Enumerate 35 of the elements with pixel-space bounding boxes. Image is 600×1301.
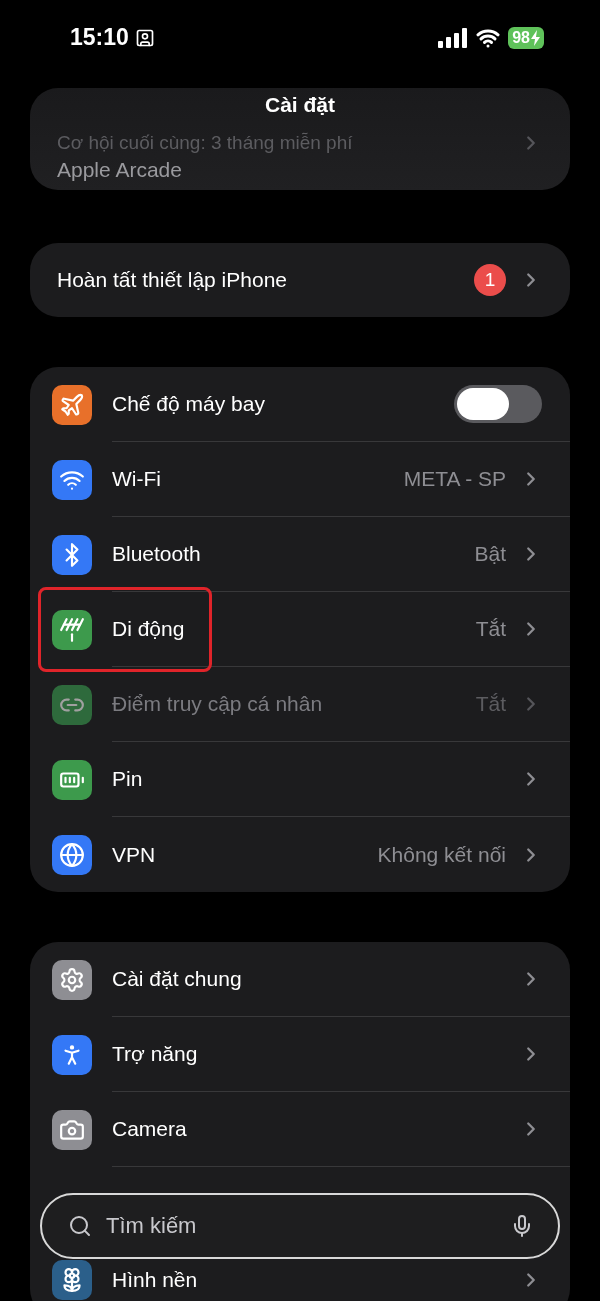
settings-row[interactable]: Di động Tắt: [30, 592, 570, 667]
row-label: VPN: [112, 842, 156, 867]
row-value: Tắt: [475, 692, 506, 716]
search-field[interactable]: Tìm kiếm: [40, 1193, 560, 1259]
notification-badge: 1: [474, 264, 506, 296]
status-time: 15:10: [70, 24, 129, 51]
row-value: META - SP: [403, 467, 506, 491]
row-label: Di động: [112, 617, 185, 641]
setup-card[interactable]: Hoàn tất thiết lập iPhone 1: [30, 243, 570, 317]
row-value: Không kết nối: [377, 842, 506, 867]
settings-row[interactable]: VPN Không kết nối: [30, 817, 570, 892]
settings-row[interactable]: Trợ năng: [30, 1017, 570, 1092]
row-label: Trợ năng: [112, 1042, 198, 1066]
setup-label: Hoàn tất thiết lập iPhone: [57, 268, 287, 292]
row-label: Hình nền: [112, 1267, 198, 1292]
row-value: Tắt: [475, 617, 506, 641]
settings-row[interactable]: Bluetooth Bật: [30, 517, 570, 592]
page-title: Cài đặt: [265, 93, 335, 117]
row-label: Cài đặt chung: [112, 967, 242, 991]
promo-headline: Cơ hội cuối cùng: 3 tháng miễn phí: [57, 132, 353, 154]
row-value: Bật: [474, 542, 506, 566]
search-input[interactable]: Tìm kiếm: [104, 1212, 498, 1240]
row-label: Bluetooth: [112, 542, 201, 566]
battery-indicator: 98: [508, 27, 544, 49]
row-label: Chế độ máy bay: [112, 392, 265, 416]
promo-label: Apple Arcade: [57, 158, 183, 182]
settings-row[interactable]: Pin: [30, 742, 570, 817]
settings-row[interactable]: Camera: [30, 1092, 570, 1167]
settings-row[interactable]: Cài đặt chung: [30, 942, 570, 1017]
row-label: Pin: [112, 767, 143, 791]
row-label: Điểm truy cập cá nhân: [112, 692, 323, 716]
row-label: Wi-Fi: [112, 467, 161, 491]
settings-row[interactable]: Wi-Fi META - SP: [30, 442, 570, 517]
row-label: Camera: [112, 1117, 187, 1141]
settings-row[interactable]: Chế độ máy bay: [30, 367, 570, 442]
